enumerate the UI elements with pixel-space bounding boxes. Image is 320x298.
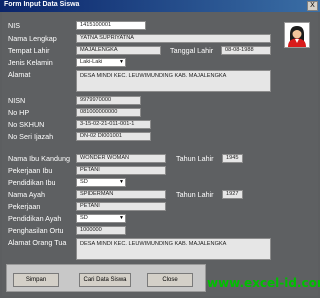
nama-ibu-label: Nama Ibu Kandung	[8, 154, 70, 163]
simpan-button[interactable]: Simpan	[13, 273, 59, 287]
nisn-field[interactable]: 9979970000	[76, 96, 141, 105]
no-skhun-label: No SKHUN	[8, 120, 45, 129]
nama-ayah-field[interactable]: SPIDERMAN	[76, 190, 166, 199]
jenis-kelamin-label: Jenis Kelamin	[8, 58, 53, 67]
window-title: Form Input Data Siswa	[4, 1, 80, 8]
tahun-lahir-ayah-field[interactable]: 1927	[222, 190, 243, 199]
alamat-ortu-label: Alamat Orang Tua	[8, 238, 67, 247]
tanggal-lahir-label: Tanggal Lahir	[170, 46, 214, 55]
jenis-kelamin-select[interactable]: Laki-Laki	[76, 58, 126, 67]
tahun-lahir-ibu-field[interactable]: 1945	[222, 154, 243, 163]
alamat-field[interactable]: DESA MINDI KEC. LEUWIMUNDING KAB. MAJALE…	[76, 70, 271, 92]
nama-ayah-label: Nama Ayah	[8, 190, 46, 199]
pendidikan-ayah-label: Pendidikan Ayah	[8, 214, 62, 223]
pendidikan-ayah-select[interactable]: SD	[76, 214, 126, 223]
close-button[interactable]: Close	[147, 273, 193, 287]
student-form: NIS 1415100001 Nama Lengkap YATNA SUPRIY…	[2, 12, 320, 296]
pendidikan-ibu-select[interactable]: SD	[76, 178, 126, 187]
pekerjaan-ayah-label: Pekerjaan	[8, 202, 41, 211]
tempat-lahir-field[interactable]: MAJALENGKA	[76, 46, 161, 55]
no-seri-ijazah-label: No Seri Ijazah	[8, 132, 54, 141]
alamat-label: Alamat	[8, 70, 31, 79]
nisn-label: NISN	[8, 96, 26, 105]
nis-label: NIS	[8, 21, 20, 30]
cari-data-siswa-button[interactable]: Cari Data Siswa	[79, 273, 131, 287]
student-avatar-icon	[284, 22, 310, 48]
watermark-text: www.excel-id.com	[207, 276, 320, 290]
nama-lengkap-field[interactable]: YATNA SUPRIYATNA	[76, 34, 271, 43]
tahun-lahir-ibu-label: Tahun Lahir	[176, 154, 214, 163]
no-hp-label: No HP	[8, 108, 30, 117]
pendidikan-ibu-label: Pendidikan Ibu	[8, 178, 56, 187]
alamat-ortu-field[interactable]: DESA MINDI KEC. LEUWIMUNDING KAB. MAJALE…	[76, 238, 271, 260]
tanggal-lahir-field[interactable]: 08-08-1988	[221, 46, 271, 55]
form-window: Form Input Data Siswa X NIS 1415100001 N…	[0, 0, 320, 298]
pekerjaan-ibu-label: Pekerjaan Ibu	[8, 166, 53, 175]
no-hp-field[interactable]: 081000000000	[76, 108, 141, 117]
no-skhun-field[interactable]: 3-15-02-21-011-001-1	[76, 120, 151, 129]
tempat-lahir-label: Tempat Lahir	[8, 46, 50, 55]
title-bar: Form Input Data Siswa X	[0, 0, 320, 12]
tahun-lahir-ayah-label: Tahun Lahir	[176, 190, 214, 199]
pekerjaan-ayah-field[interactable]: PETANI	[76, 202, 166, 211]
window-close-button[interactable]: X	[307, 1, 318, 11]
button-bar: Simpan Cari Data Siswa Close	[6, 264, 206, 292]
no-seri-ijazah-field[interactable]: DN-02 DI001001	[76, 132, 151, 141]
nama-lengkap-label: Nama Lengkap	[8, 34, 57, 43]
penghasilan-ortu-field[interactable]: 1000000	[76, 226, 126, 235]
penghasilan-ortu-label: Penghasilan Ortu	[8, 226, 64, 235]
pekerjaan-ibu-field[interactable]: PETANI	[76, 166, 166, 175]
nis-field[interactable]: 1415100001	[76, 21, 146, 30]
nama-ibu-field[interactable]: WONDER WOMAN	[76, 154, 166, 163]
